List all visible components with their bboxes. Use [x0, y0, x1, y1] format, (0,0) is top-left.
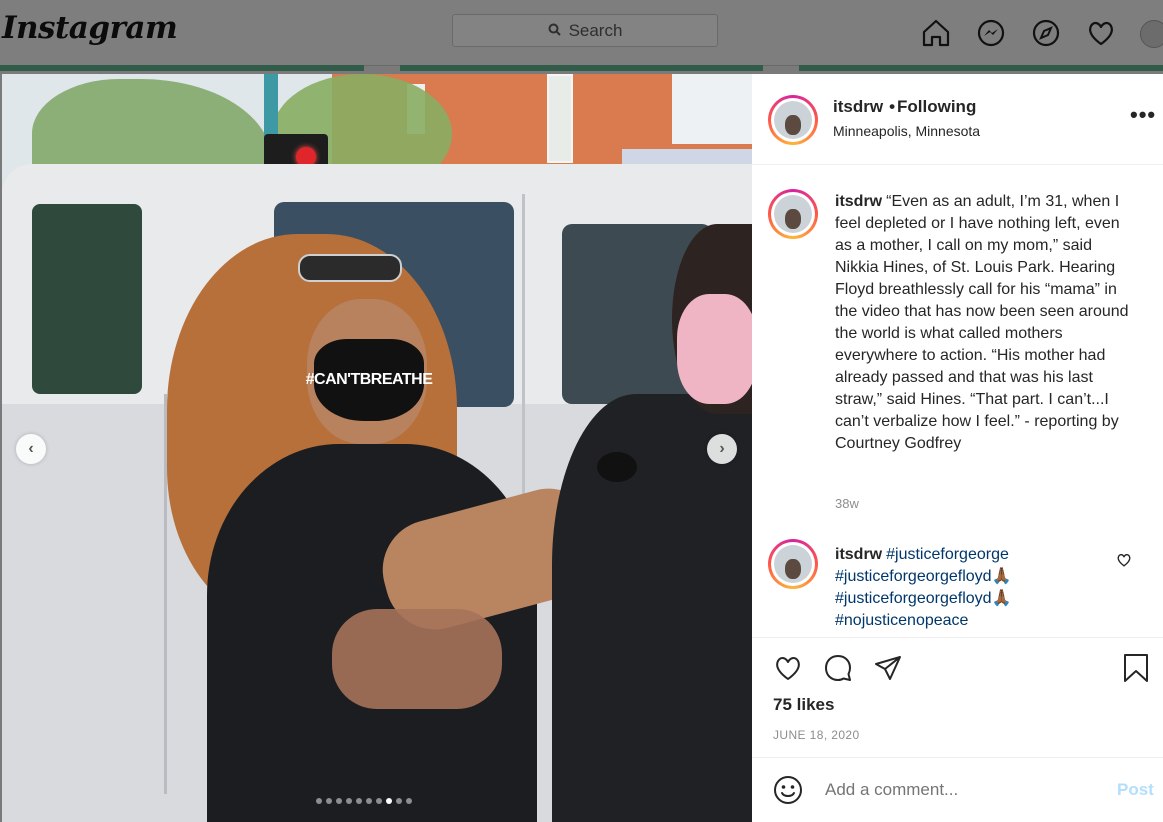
messenger-icon[interactable] [974, 16, 1008, 50]
comments-section: itsdrw “Even as an adult, I’m 31, when I … [752, 165, 1163, 637]
top-nav: Instagram Search [0, 0, 1163, 66]
carousel-dot [406, 798, 412, 804]
author-username[interactable]: itsdrw [833, 97, 883, 116]
post-header: itsdrw • Following Minneapolis, Minnesota … [752, 74, 1163, 165]
comment-avatar[interactable] [768, 539, 818, 589]
caption-username[interactable]: itsdrw [835, 193, 882, 210]
hashtag-link[interactable]: #nojusticenopeace [835, 612, 968, 629]
mask-text: #CAN'TBREATHE [306, 339, 433, 421]
explore-icon[interactable] [1029, 16, 1063, 50]
hashtag-link[interactable]: #justiceforgeorgefloyd🙏🏾 [835, 568, 1011, 585]
post-modal: #CAN'TBREATHE ‹ › itsdrw • Following Minne… [2, 74, 1163, 822]
carousel-dot [326, 798, 332, 804]
author-avatar[interactable] [768, 95, 818, 145]
comment-input[interactable] [823, 779, 1107, 801]
search-icon [548, 21, 561, 41]
caption-avatar[interactable] [768, 189, 818, 239]
search-placeholder: Search [568, 20, 623, 40]
caption-text: “Even as an adult, I’m 31, when I feel d… [835, 193, 1129, 452]
profile-avatar[interactable] [1140, 20, 1163, 48]
post-side-panel: itsdrw • Following Minneapolis, Minnesota … [752, 74, 1163, 822]
post-actions: 75 likes JUNE 18, 2020 [752, 637, 1163, 758]
carousel-indicator [316, 798, 412, 804]
carousel-dot [316, 798, 322, 804]
following-button[interactable]: Following [897, 97, 976, 116]
comment-icon[interactable] [822, 652, 854, 684]
carousel-dot [366, 798, 372, 804]
more-options-icon[interactable]: ••• [1130, 102, 1156, 128]
post-location[interactable]: Minneapolis, Minnesota [833, 123, 980, 139]
instagram-logo[interactable]: Instagram [2, 10, 178, 46]
hashtag-link[interactable]: #justiceforgeorgefloyd🙏🏾 [835, 590, 1011, 607]
share-icon[interactable] [872, 652, 904, 684]
carousel-dot [346, 798, 352, 804]
post-date[interactable]: JUNE 18, 2020 [773, 728, 860, 742]
carousel-dot [386, 798, 392, 804]
search-input[interactable]: Search [452, 14, 718, 47]
emoji-icon[interactable] [772, 774, 804, 806]
heart-icon[interactable] [1084, 16, 1118, 50]
caption-timestamp[interactable]: 38w [835, 496, 859, 511]
background-feed-strip [0, 65, 1163, 73]
carousel-next-button[interactable]: › [707, 434, 737, 464]
carousel-dot [356, 798, 362, 804]
post-comment-button[interactable]: Post [1117, 780, 1154, 800]
comment-username[interactable]: itsdrw [835, 546, 882, 563]
carousel-dot [336, 798, 342, 804]
carousel-prev-button[interactable]: ‹ [16, 434, 46, 464]
post-photo[interactable]: #CAN'TBREATHE ‹ › [2, 74, 752, 822]
carousel-dot [396, 798, 402, 804]
home-icon[interactable] [919, 16, 953, 50]
like-icon[interactable] [772, 652, 804, 684]
hashtag-link[interactable]: #justiceforgeorge [886, 546, 1009, 563]
carousel-dot [376, 798, 382, 804]
bookmark-icon[interactable] [1122, 652, 1150, 689]
comment-like-icon[interactable] [1116, 552, 1132, 573]
add-comment-bar: Post [752, 757, 1163, 822]
like-count[interactable]: 75 likes [773, 695, 834, 715]
